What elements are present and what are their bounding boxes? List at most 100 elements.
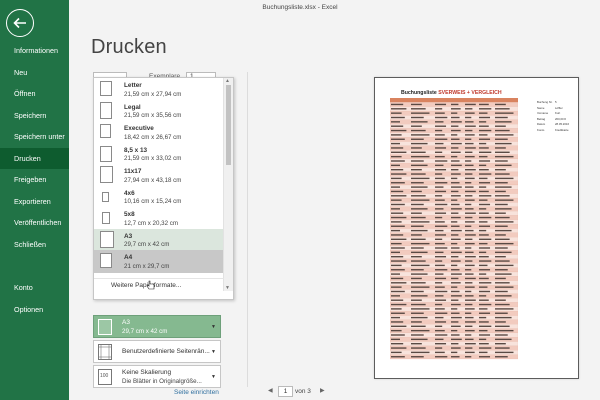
nav-neu[interactable]: Neu	[0, 62, 69, 84]
current-page-input[interactable]: 1	[278, 386, 293, 397]
sheet-cell-text	[495, 325, 510, 327]
info-label: Name	[537, 105, 545, 110]
nav-optionen[interactable]: Optionen	[0, 299, 69, 321]
sheet-cell-text	[495, 356, 508, 358]
sheet-cell-text	[451, 351, 458, 354]
sheet-cell-text	[451, 138, 460, 140]
sheet-cell-text	[465, 264, 475, 267]
sheet-cell-text	[391, 147, 404, 149]
nav-speichern-unter[interactable]: Speichern unter	[0, 126, 69, 148]
sheet-cell-text	[495, 321, 506, 323]
sheet-cell-text	[411, 155, 430, 158]
sheet-cell-text	[411, 182, 424, 184]
sheet-cell-text	[435, 273, 444, 275]
scroll-up-icon[interactable]: ▲	[225, 78, 230, 84]
margins-setting[interactable]: Benutzerdefinierte Seitenrän... ▼	[93, 340, 221, 363]
sheet-cell-text	[411, 347, 426, 349]
scroll-thumb[interactable]	[226, 85, 231, 165]
sheet-cell-text	[435, 186, 444, 188]
sheet-cell-text	[391, 356, 405, 358]
sheet-cell-text	[451, 312, 460, 314]
scroll-down-icon[interactable]: ▼	[225, 285, 230, 291]
sheet-cell-text	[479, 155, 488, 158]
sheet-cell-text	[495, 269, 508, 271]
nav-oeffnen[interactable]: Öffnen	[0, 83, 69, 105]
sheet-cell-text	[451, 242, 458, 245]
info-value: Kreditkarte	[555, 127, 569, 132]
sheet-cell-text	[465, 312, 472, 314]
sheet-cell-text	[495, 221, 514, 223]
paper-option-legal[interactable]: Legal 21,59 cm x 35,56 cm	[94, 100, 224, 122]
nav-freigeben[interactable]: Freigeben	[0, 169, 69, 191]
sheet-cell-text	[435, 256, 447, 258]
nav-veroeffentlichen[interactable]: Veröffentlichen	[0, 212, 69, 234]
sheet-cell-text	[411, 321, 422, 323]
sheet-cell-text	[495, 147, 506, 149]
sheet-cell-text	[391, 169, 404, 171]
sheet-cell-text	[435, 356, 448, 358]
nav-exportieren[interactable]: Exportieren	[0, 191, 69, 213]
paper-option-4x6[interactable]: 4x6 10,16 cm x 15,24 cm	[94, 186, 224, 208]
sheet-cell-text	[495, 264, 514, 267]
sheet-cell-text	[411, 208, 428, 210]
sheet-cell-text	[495, 164, 512, 167]
paper-option-11x17[interactable]: 11x17 27,94 cm x 43,18 cm	[94, 164, 224, 186]
scaling-setting[interactable]: 100 Keine Skalierung Die Blätter in Orig…	[93, 365, 221, 388]
paper-option-8-5x13[interactable]: 8,5 x 13 21,59 cm x 33,02 cm	[94, 143, 224, 165]
sheet-cell-text	[435, 112, 445, 114]
sheet-cell-text	[451, 112, 458, 114]
sheet-cell-text	[479, 225, 491, 227]
paper-option-5x8[interactable]: 5x8 12,7 cm x 20,32 cm	[94, 207, 224, 229]
nav-konto[interactable]: Konto	[0, 277, 69, 299]
sheet-cell-text	[411, 216, 426, 219]
sheet-cell-text	[451, 164, 462, 167]
sheet-cell-text	[391, 325, 407, 327]
sheet-cell-text	[435, 151, 443, 153]
sheet-cell-text	[435, 303, 443, 306]
sheet-cell-text	[411, 256, 422, 258]
sheet-cell-text	[495, 316, 512, 319]
sheet-cell-text	[411, 277, 422, 280]
sheet-cell-text	[451, 134, 458, 136]
paper-size-setting[interactable]: A3 29,7 cm x 42 cm ▼	[93, 315, 221, 338]
paper-option-executive[interactable]: Executive 18,42 cm x 26,67 cm	[94, 121, 224, 143]
nav-drucken[interactable]: Drucken	[0, 147, 69, 169]
sheet-cell-text	[411, 325, 426, 327]
more-paper-formats-link[interactable]: Weitere Papierformate...	[94, 278, 224, 291]
sheet-cell-text	[465, 212, 476, 214]
previous-page-icon[interactable]: ◀	[268, 387, 273, 394]
paper-option-a4[interactable]: A4 21 cm x 29,7 cm	[94, 250, 224, 273]
sheet-cell-text	[391, 173, 407, 175]
paper-list-scrollbar[interactable]: ▲ ▼	[223, 78, 233, 291]
sheet-cell-text	[451, 225, 460, 227]
info-value: 200,00 €	[555, 116, 566, 121]
info-label: Konto	[537, 127, 545, 132]
sheet-cell-text	[391, 195, 407, 197]
nav-schliessen[interactable]: Schließen	[0, 234, 69, 256]
paper-option-letter[interactable]: Letter 21,59 cm x 27,94 cm	[94, 78, 224, 100]
sheet-cell-text	[391, 190, 404, 193]
sheet-cell-text	[411, 299, 422, 301]
sheet-cell-text	[465, 129, 473, 132]
sheet-cell-text	[451, 277, 459, 280]
nav-informationen[interactable]: Informationen	[0, 40, 69, 62]
sheet-cell-text	[479, 112, 488, 114]
info-label: Vorname	[537, 111, 549, 115]
paper-option-a3[interactable]: A3 29,7 cm x 42 cm	[94, 228, 224, 250]
sheet-cell-text	[495, 247, 508, 249]
sheet-cell-text	[435, 138, 448, 140]
page-setup-link[interactable]: Seite einrichten	[174, 389, 219, 396]
sheet-cell-text	[391, 177, 402, 180]
next-page-icon[interactable]: ▶	[320, 387, 325, 394]
sheet-cell-text	[411, 116, 424, 119]
sheet-cell-text	[411, 247, 424, 249]
paper-option-size: 21 cm x 29,7 cm	[124, 262, 170, 270]
sheet-cell-text	[451, 182, 460, 184]
sheet-cell-text	[451, 208, 462, 210]
back-arrow-icon[interactable]	[6, 9, 34, 37]
sheet-cell-text	[451, 347, 461, 349]
sheet-cell-text	[495, 129, 510, 132]
sheet-cell-text	[465, 164, 474, 167]
nav-speichern[interactable]: Speichern	[0, 105, 69, 127]
